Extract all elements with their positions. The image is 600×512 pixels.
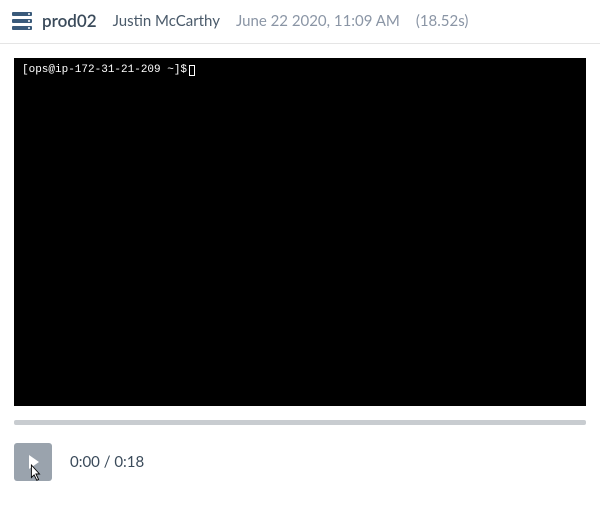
time-display: 0:00 / 0:18 <box>70 453 144 471</box>
session-header: prod02 Justin McCarthy June 22 2020, 11:… <box>0 0 600 44</box>
terminal-viewport: [ops@ip-172-31-21-209 ~]$ <box>14 58 586 406</box>
player-controls: 0:00 / 0:18 <box>0 420 600 481</box>
play-icon <box>29 455 39 469</box>
server-icon <box>12 12 32 30</box>
current-time: 0:00 <box>70 453 100 471</box>
time-separator: / <box>100 453 114 471</box>
total-time: 0:18 <box>114 453 144 471</box>
terminal-prompt: [ops@ip-172-31-21-209 ~]$ <box>22 64 187 76</box>
session-duration: (18.52s) <box>416 12 469 30</box>
session-timestamp: June 22 2020, 11:09 AM <box>236 12 400 30</box>
terminal-cursor <box>189 65 195 76</box>
host-name: prod02 <box>42 10 97 31</box>
user-name: Justin McCarthy <box>113 12 220 30</box>
progress-bar[interactable] <box>14 420 586 425</box>
play-button[interactable] <box>14 443 52 481</box>
